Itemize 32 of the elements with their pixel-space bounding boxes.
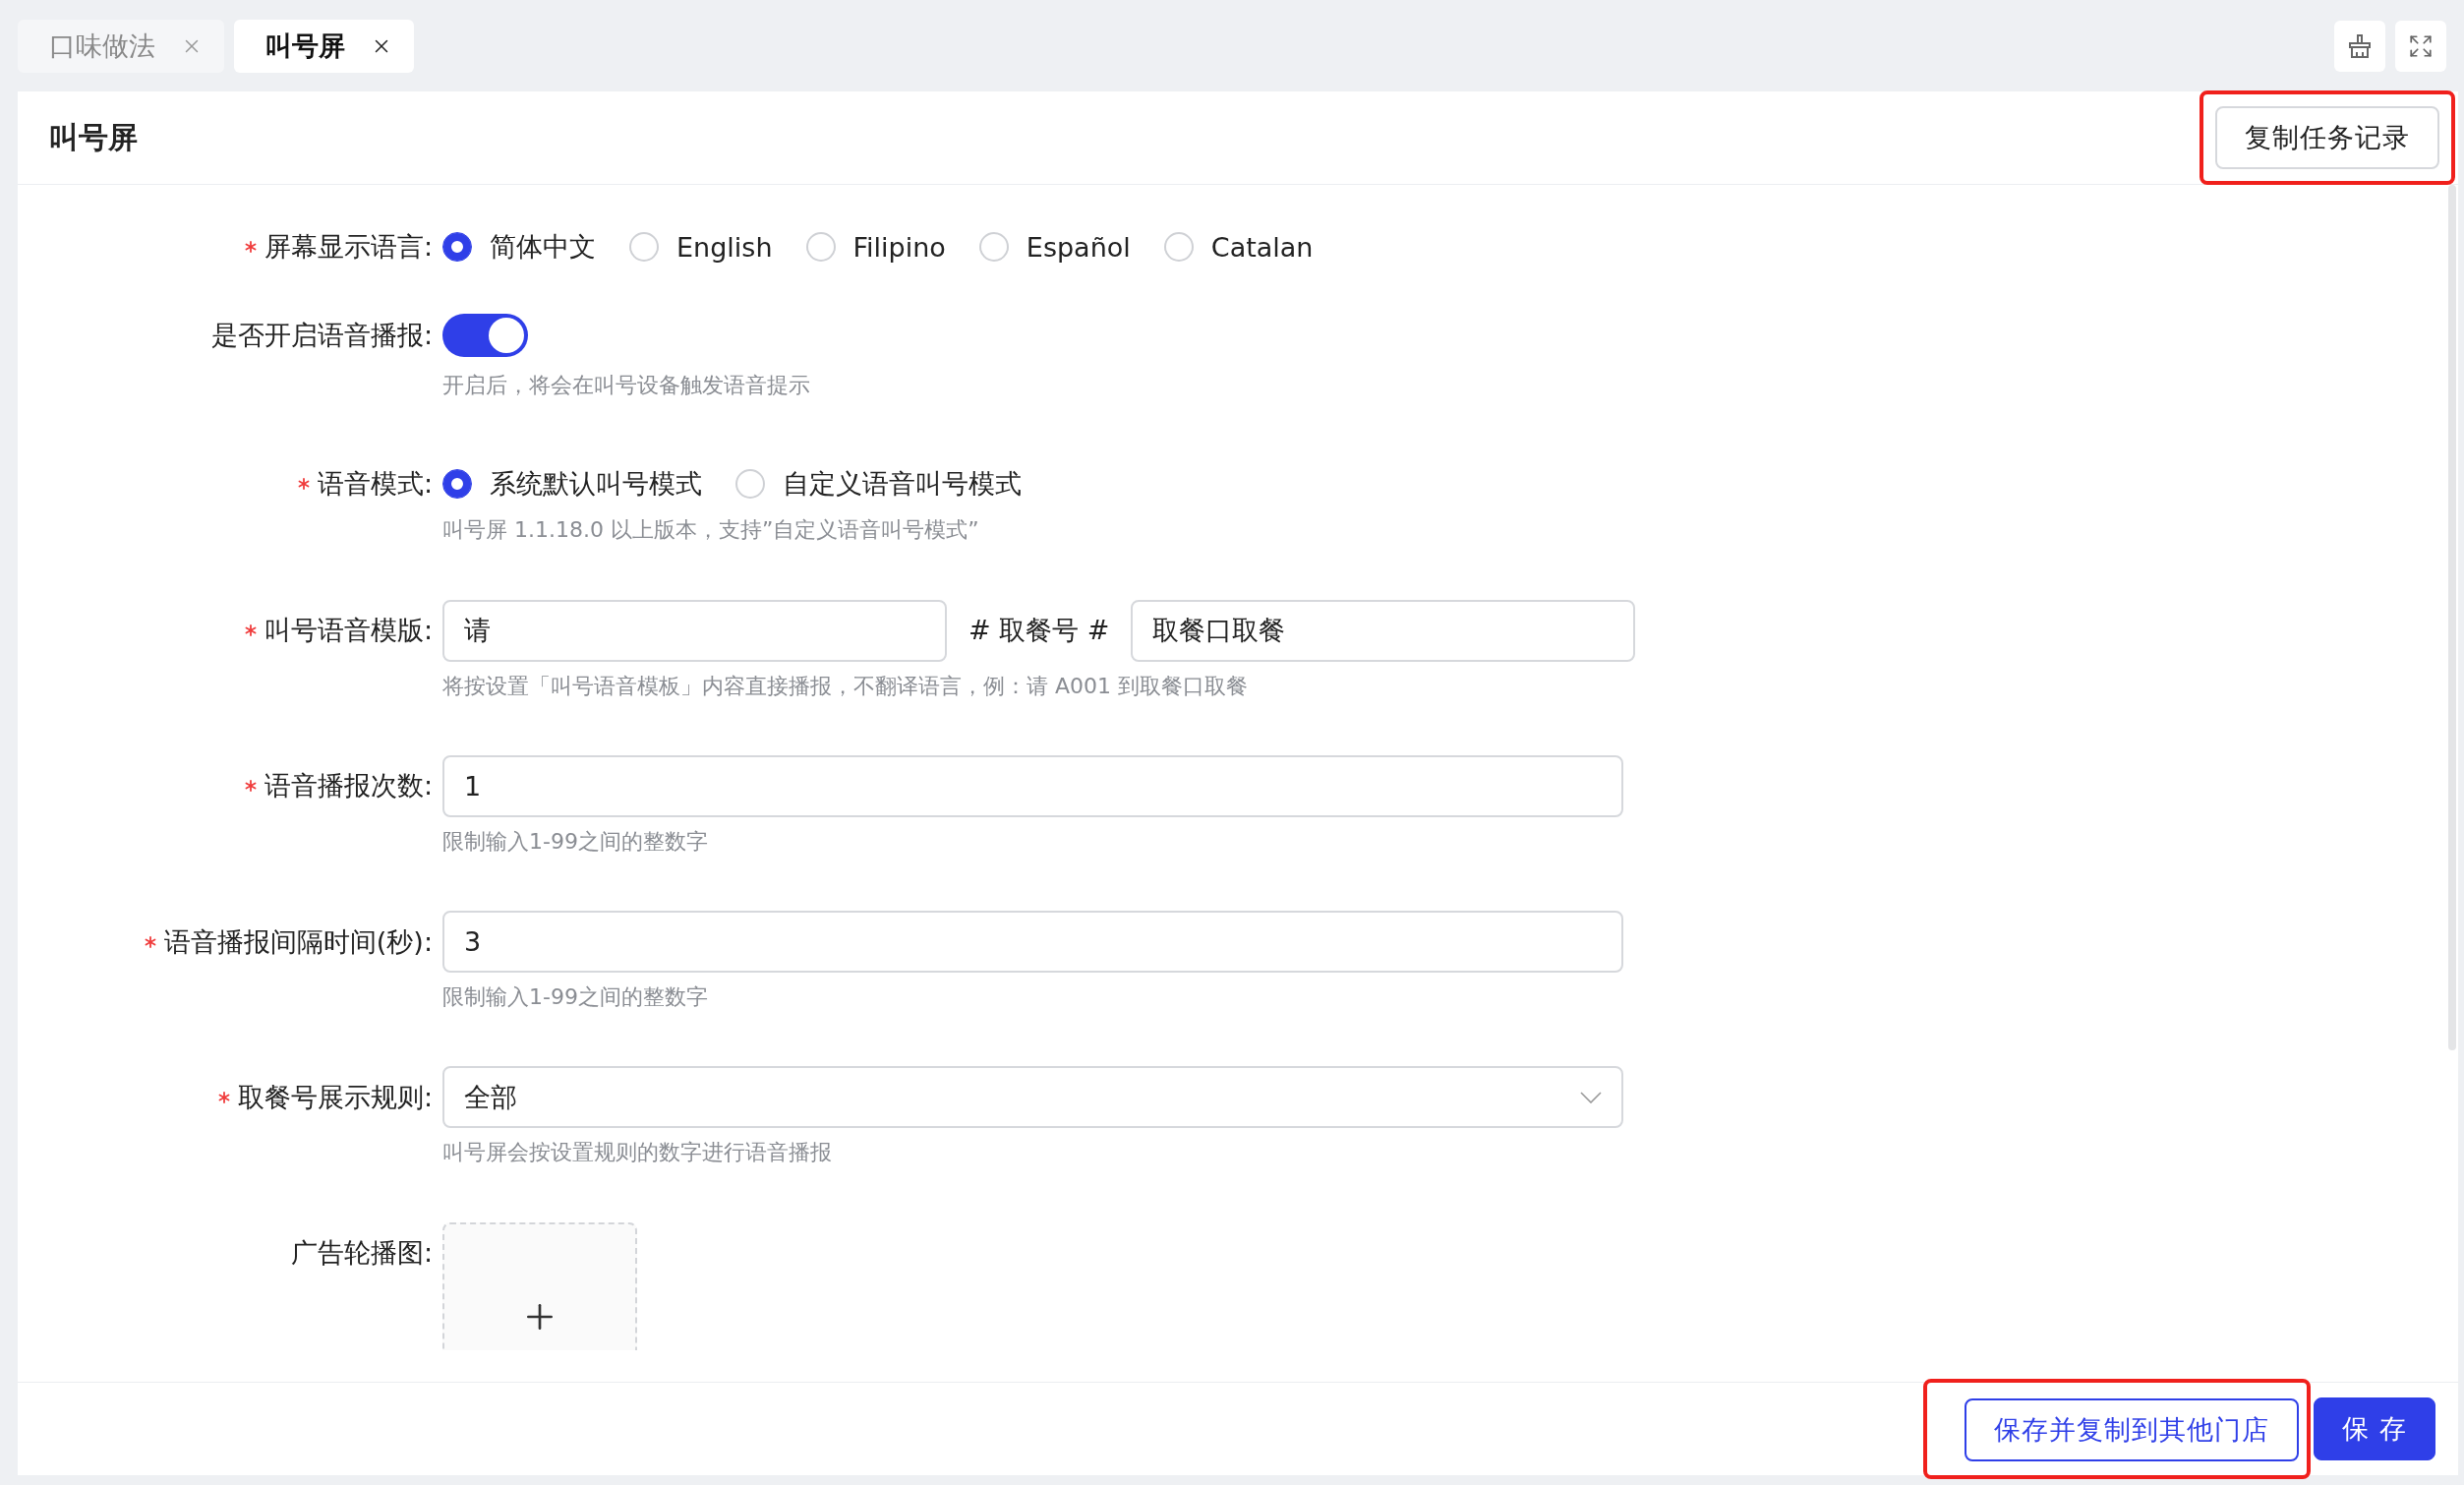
hint-text: 开启后，将会在叫号设备触发语音提示 <box>442 373 811 398</box>
field-text: # 取餐号 # <box>968 614 1110 648</box>
field-label: 广告轮播图: <box>290 1236 433 1271</box>
radio-option[interactable]: 系统默认叫号模式 <box>442 466 702 503</box>
input-field[interactable]: 1 <box>442 754 1623 817</box>
copy-records-button[interactable]: 复制任务记录 <box>2215 106 2439 169</box>
select-field[interactable]: 全部 <box>442 1066 1623 1129</box>
save-button[interactable]: 保 存 <box>2314 1397 2435 1460</box>
input-field[interactable]: 取餐口取餐 <box>1131 599 1636 662</box>
field-label: 屏幕显示语言: <box>264 230 433 264</box>
field-label: 语音播报间隔时间(秒): <box>163 924 433 959</box>
field-label: 语音模式: <box>317 467 433 502</box>
radio-option[interactable]: Español <box>978 231 1131 263</box>
field-label: 取餐号展示规则: <box>237 1081 433 1114</box>
page-title: 叫号屏 <box>49 118 138 156</box>
save-and-copy-button[interactable]: 保存并复制到其他门店 <box>1965 1398 2300 1461</box>
field-label: 是否开启语音播报: <box>210 319 433 352</box>
radio-option[interactable]: 自定义语音叫号模式 <box>735 466 1022 503</box>
hint-text: 限制输入1-99之间的整数字 <box>442 984 709 1010</box>
hint-text: 限制输入1-99之间的整数字 <box>442 828 709 855</box>
field-label: 叫号语音模版: <box>264 614 433 648</box>
tab[interactable]: 叫号屏 <box>234 19 414 73</box>
field-label: 语音播报次数: <box>264 769 433 803</box>
input-field[interactable]: 请 <box>442 599 947 662</box>
hint-text: 叫号屏 1.1.18.0 以上版本，支持”自定义语音叫号模式” <box>442 517 980 543</box>
radio-option[interactable]: Catalan <box>1163 231 1314 263</box>
hint-text: 叫号屏会按设置规则的数字进行语音播报 <box>442 1140 833 1165</box>
input-field[interactable]: 3 <box>442 911 1623 974</box>
radio-option[interactable]: 简体中文 <box>442 229 596 265</box>
radio-option[interactable]: Filipino <box>805 231 946 263</box>
hint-text: 将按设置「叫号语音模板」内容直接播报，不翻译语言，例：请 A001 到取餐口取餐 <box>442 673 1250 698</box>
radio-option[interactable]: English <box>629 231 773 263</box>
